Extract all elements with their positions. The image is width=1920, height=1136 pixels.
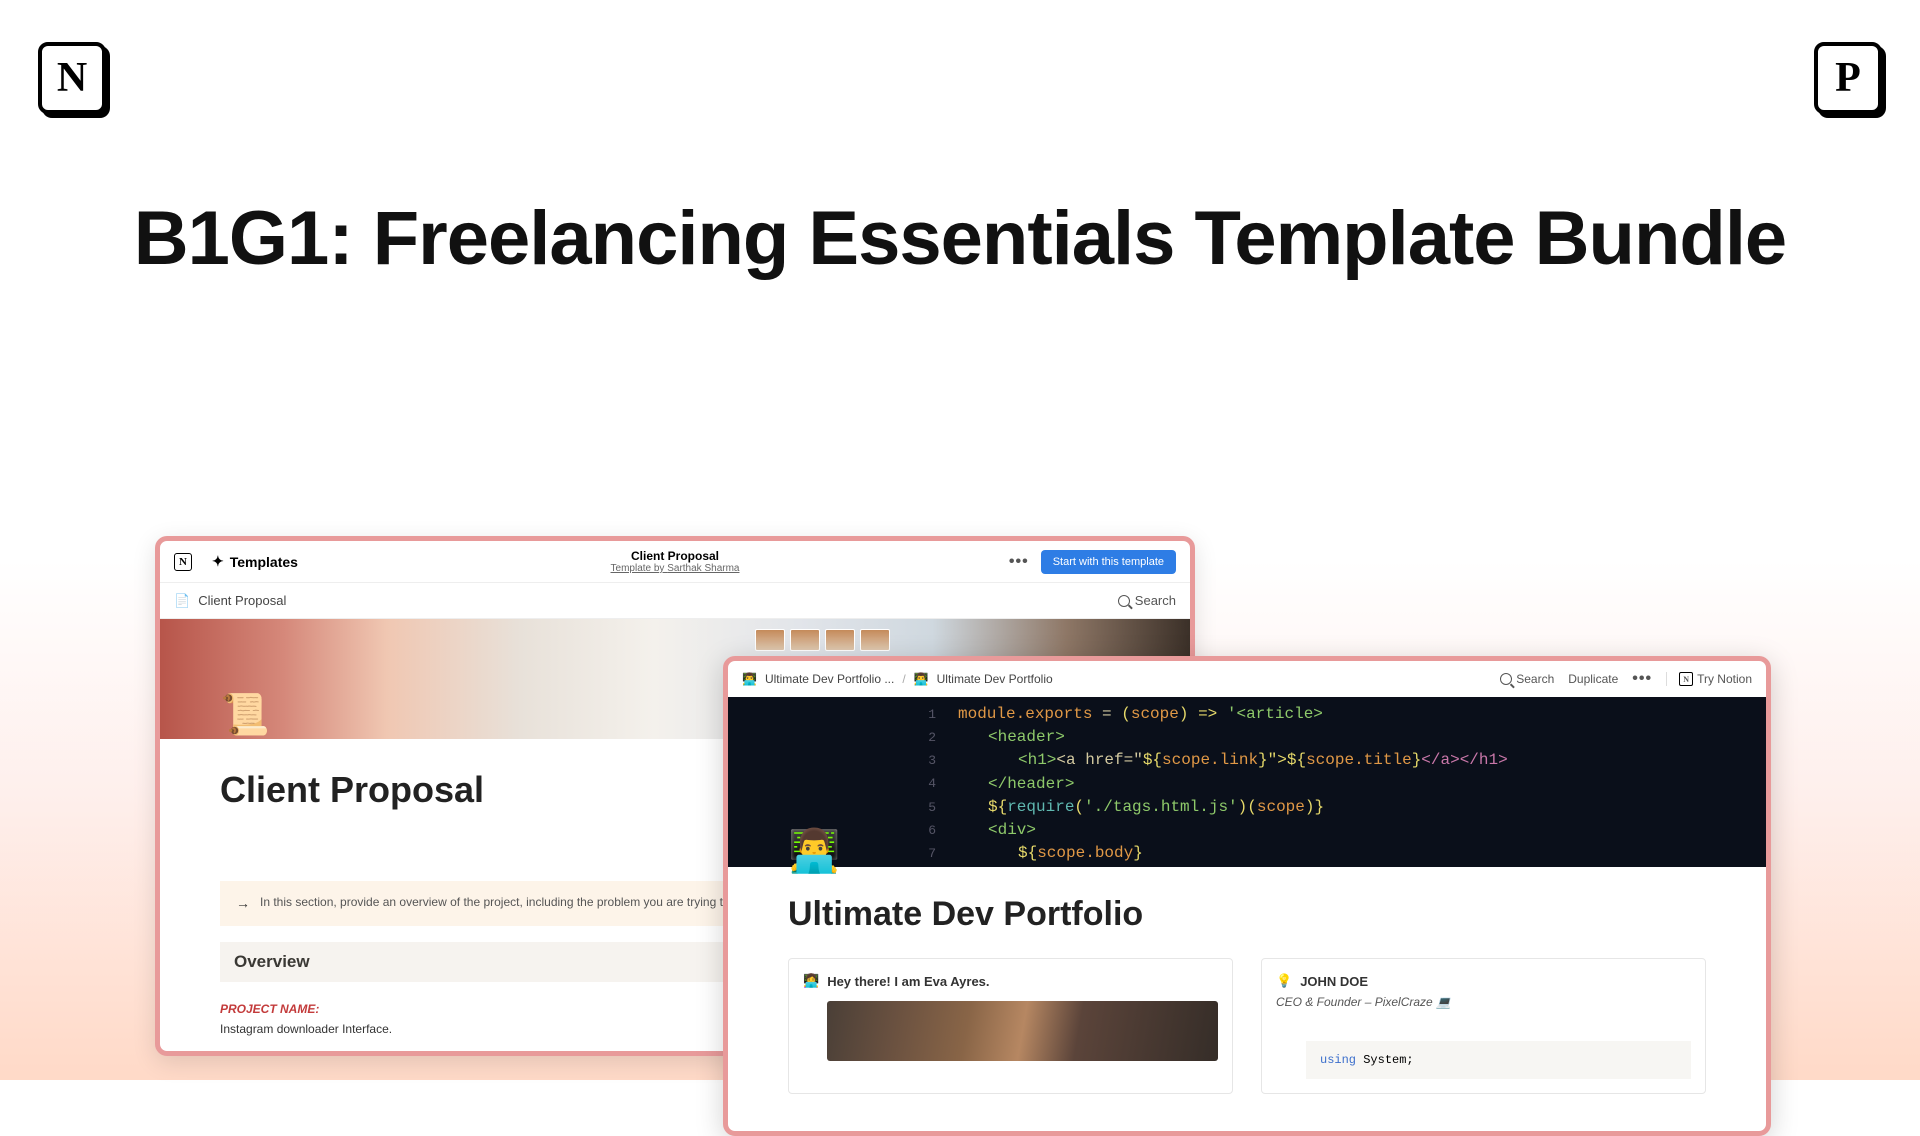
code: ${ bbox=[1287, 751, 1306, 769]
start-with-template-button[interactable]: Start with this template bbox=[1041, 550, 1176, 574]
window-topbar: N ✦ Templates Client Proposal Template b… bbox=[160, 541, 1190, 583]
code: scope bbox=[1257, 798, 1305, 816]
code: ${ bbox=[1143, 751, 1162, 769]
dev-portfolio-window: 👨‍💻 Ultimate Dev Portfolio ... / 👨‍💻 Ult… bbox=[723, 656, 1771, 1136]
code-content: module.exports = (scope) => '<article> <… bbox=[958, 703, 1766, 865]
technologist-icon: 👨‍💻 bbox=[788, 827, 840, 876]
code: <div> bbox=[988, 821, 1036, 839]
code: }"> bbox=[1258, 751, 1287, 769]
scroll-icon: 📜 bbox=[220, 691, 270, 741]
person-icon: 👩‍💻 bbox=[803, 973, 819, 989]
headline-title: B1G1: Freelancing Essentials Template Bu… bbox=[0, 195, 1920, 282]
byline-author[interactable]: Sarthak Sharma bbox=[667, 563, 739, 574]
code: )} bbox=[1305, 798, 1324, 816]
window-topbar: 👨‍💻 Ultimate Dev Portfolio ... / 👨‍💻 Ult… bbox=[728, 661, 1766, 697]
code: './tags.html.js' bbox=[1084, 798, 1238, 816]
hero-code-image: 1234567 module.exports = (scope) => '<ar… bbox=[728, 697, 1766, 867]
breadcrumb-label: Client Proposal bbox=[198, 593, 286, 608]
crumb-2[interactable]: Ultimate Dev Portfolio bbox=[937, 672, 1053, 686]
code: require bbox=[1007, 798, 1074, 816]
profile-name: JOHN DOE bbox=[1300, 974, 1368, 989]
code-rest: System; bbox=[1356, 1053, 1414, 1067]
breadcrumb[interactable]: 📄 Client Proposal bbox=[174, 593, 286, 609]
try-notion-label: Try Notion bbox=[1697, 672, 1752, 686]
search-label: Search bbox=[1516, 672, 1554, 686]
search-button[interactable]: Search bbox=[1500, 672, 1554, 686]
code: } bbox=[1133, 844, 1143, 862]
person-icon: 👨‍💻 bbox=[742, 672, 757, 686]
code: ${ bbox=[988, 798, 1007, 816]
bulb-icon: 💡 bbox=[1276, 973, 1292, 989]
hero-thumbnails bbox=[755, 629, 890, 651]
code: scope.body bbox=[1037, 844, 1133, 862]
notion-icon[interactable]: N bbox=[174, 553, 192, 571]
page-body: 👨‍💻 Ultimate Dev Portfolio 👩‍💻 Hey there… bbox=[728, 867, 1766, 1094]
crumb-sep: / bbox=[902, 672, 905, 686]
notion-logo-left: N bbox=[38, 42, 106, 114]
page-title: Ultimate Dev Portfolio bbox=[788, 867, 1706, 934]
code: ( bbox=[1074, 798, 1084, 816]
logo-letter: N bbox=[38, 42, 106, 114]
code: ${ bbox=[1018, 844, 1037, 862]
logo-letter: P bbox=[1814, 42, 1882, 114]
try-notion-button[interactable]: N Try Notion bbox=[1666, 672, 1752, 686]
arrow-icon: → bbox=[236, 893, 250, 914]
search-icon bbox=[1118, 595, 1130, 607]
code: </header> bbox=[988, 775, 1074, 793]
code: module.exports bbox=[958, 705, 1092, 723]
intro-greeting: Hey there! I am Eva Ayres. bbox=[827, 974, 989, 989]
code-block: using System; bbox=[1306, 1041, 1691, 1079]
code-kw: using bbox=[1320, 1053, 1356, 1067]
code: '<article> bbox=[1227, 705, 1323, 723]
notion-icon: N bbox=[1679, 672, 1693, 686]
search-icon bbox=[1500, 673, 1512, 685]
code: scope bbox=[1131, 705, 1179, 723]
templates-link[interactable]: ✦ Templates bbox=[212, 553, 298, 570]
code: <h1> bbox=[1018, 751, 1056, 769]
search-label: Search bbox=[1135, 593, 1176, 608]
breadcrumb: 👨‍💻 Ultimate Dev Portfolio ... / 👨‍💻 Ult… bbox=[742, 672, 1053, 686]
more-icon[interactable]: ••• bbox=[1632, 670, 1652, 688]
code: </a></h1> bbox=[1421, 751, 1507, 769]
profile-subtitle: CEO & Founder – PixelCraze 💻 bbox=[1276, 995, 1691, 1009]
line-numbers: 1234567 bbox=[924, 703, 936, 865]
code: ( bbox=[1121, 705, 1131, 723]
intro-card: 👩‍💻 Hey there! I am Eva Ayres. bbox=[788, 958, 1233, 1094]
code: <a href=" bbox=[1056, 751, 1142, 769]
code: scope.link bbox=[1162, 751, 1258, 769]
code: ) => bbox=[1179, 705, 1227, 723]
code: <header> bbox=[988, 728, 1065, 746]
notion-logo-right: P bbox=[1814, 42, 1882, 114]
duplicate-button[interactable]: Duplicate bbox=[1568, 672, 1618, 686]
code: } bbox=[1412, 751, 1422, 769]
profile-card: 💡 JOHN DOE CEO & Founder – PixelCraze 💻 … bbox=[1261, 958, 1706, 1094]
code: = bbox=[1092, 705, 1121, 723]
page-icon: 📄 bbox=[174, 593, 190, 609]
code: )( bbox=[1238, 798, 1257, 816]
crumb-1[interactable]: Ultimate Dev Portfolio ... bbox=[765, 672, 894, 686]
templates-label: Templates bbox=[230, 554, 298, 570]
person-icon: 👨‍💻 bbox=[914, 672, 929, 686]
intro-photo bbox=[827, 1001, 1218, 1061]
search-button[interactable]: Search bbox=[1118, 593, 1176, 608]
templates-icon: ✦ bbox=[212, 553, 224, 570]
window-subbar: 📄 Client Proposal Search bbox=[160, 583, 1190, 619]
more-icon[interactable]: ••• bbox=[1009, 553, 1029, 571]
byline-prefix: Template by bbox=[611, 563, 668, 574]
code: scope.title bbox=[1306, 751, 1412, 769]
